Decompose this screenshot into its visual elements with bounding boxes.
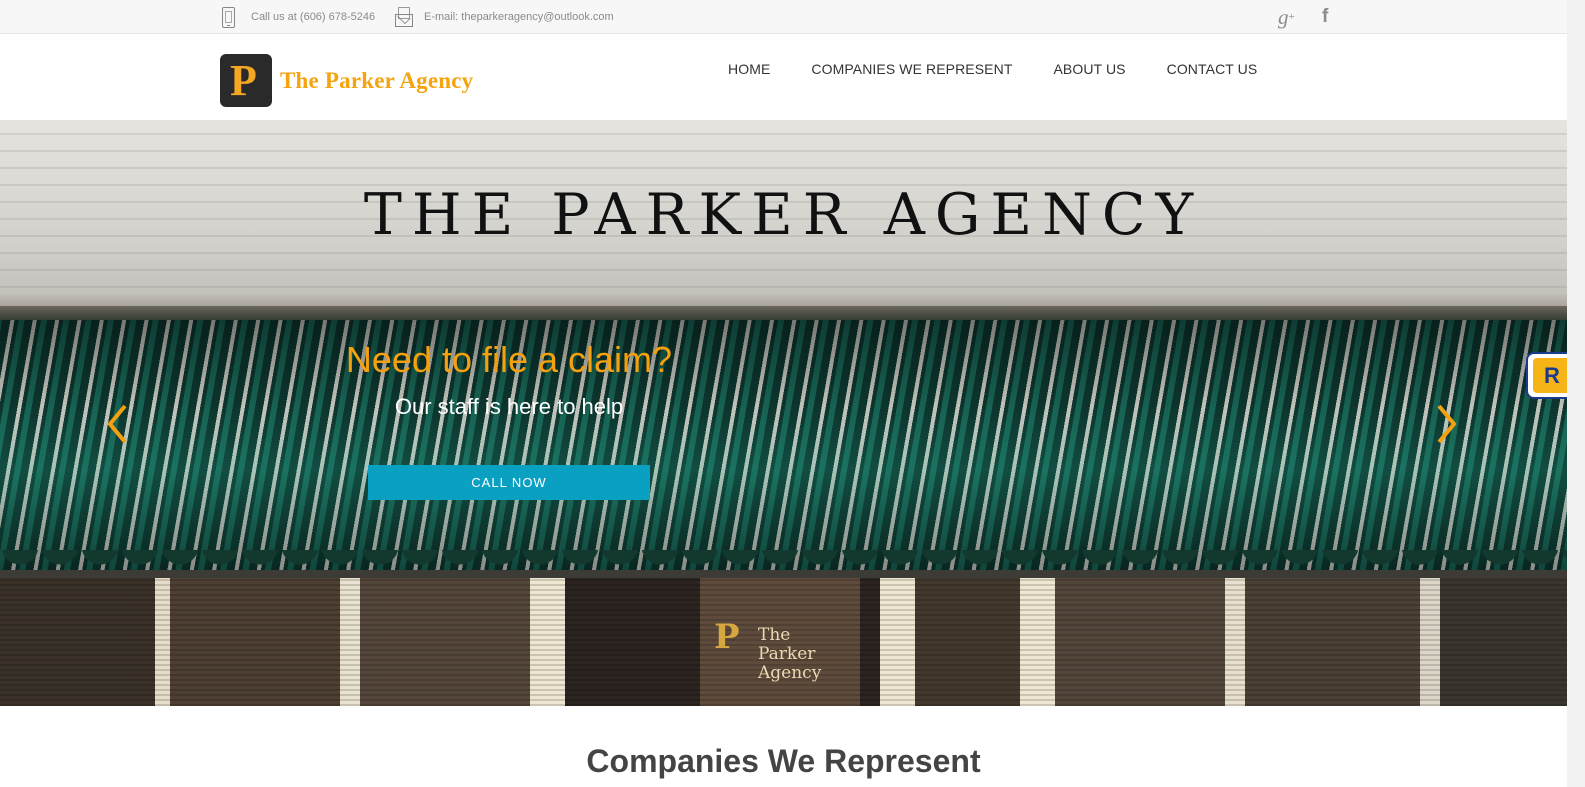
logo-text: The Parker Agency [280,67,474,93]
mail-icon [395,7,413,27]
nav-home[interactable]: HOME [728,61,770,77]
slide-title: Need to file a claim? [345,339,673,380]
slide-subtitle: Our staff is here to help [394,394,624,419]
email-text[interactable]: E-mail: theparkeragency@outlook.com [424,11,614,23]
door-sign: P The Parker Agency [714,617,822,683]
nav-companies-we-represent[interactable]: COMPANIES WE REPRESENT [811,61,1012,77]
top-contact-bar: Call us at (606) 678-5246 E-mail: thepar… [0,0,1585,34]
nav-about-us[interactable]: ABOUT US [1053,61,1125,77]
facebook-icon[interactable]: f [1322,0,1328,34]
page-scrollbar[interactable] [1567,0,1585,787]
main-nav: HOME COMPANIES WE REPRESENT ABOUT US CON… [728,61,1298,77]
email-contact[interactable]: E-mail: theparkeragency@outlook.com [395,0,614,34]
phone-contact: Call us at (606) 678-5246 [222,0,375,34]
site-logo[interactable]: P The Parker Agency [220,54,473,107]
slider-prev-arrow-icon[interactable] [106,404,128,444]
google-plus-icon[interactable]: g + [1278,0,1295,34]
hero-slider: THE PARKER AGENCY P The Parker Agency Need… [0,120,1567,706]
phone-text: Call us at (606) 678-5246 [251,11,376,23]
companies-section-title: Companies We Represent [586,743,981,779]
slider-next-arrow-icon[interactable] [1436,404,1458,444]
site-header: P The Parker Agency HOME COMPANIES WE RE… [0,34,1585,120]
hero-photo-sign: THE PARKER AGENCY [363,182,1204,248]
nav-contact-us[interactable]: CONTACT US [1167,61,1258,77]
widget-r-icon: R [1533,358,1571,393]
logo-mark: P [220,54,272,107]
call-now-button[interactable]: CALL NOW [368,465,650,500]
phone-icon [222,6,235,28]
